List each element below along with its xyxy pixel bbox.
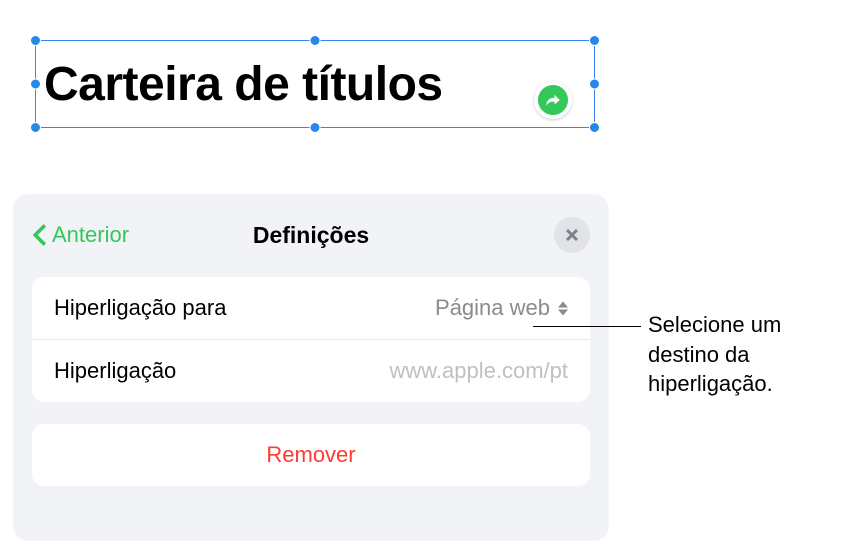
close-button[interactable] <box>554 217 590 253</box>
hyperlink-badge-icon[interactable] <box>534 81 572 119</box>
link-url-label: Hiperligação <box>54 358 176 384</box>
remove-button[interactable]: Remover <box>32 424 590 486</box>
link-to-label: Hiperligação para <box>54 295 226 321</box>
resize-handle-bottom-left[interactable] <box>30 122 41 133</box>
resize-handle-top-right[interactable] <box>589 35 600 46</box>
link-settings-popover: Anterior Definições Hiperligação para Pá… <box>14 195 608 540</box>
link-url-value: www.apple.com/pt <box>389 358 568 384</box>
chevron-up-down-icon <box>558 301 568 316</box>
resize-handle-top-middle[interactable] <box>310 35 321 46</box>
settings-group: Hiperligação para Página web Hiperligaçã… <box>32 277 590 402</box>
close-icon <box>564 227 580 243</box>
resize-handle-middle-left[interactable] <box>30 79 41 90</box>
resize-handle-bottom-middle[interactable] <box>310 122 321 133</box>
link-to-value: Página web <box>435 295 568 321</box>
selected-text-box[interactable]: Carteira de títulos <box>35 40 595 128</box>
callout-text: Selecione um destino da hiperligação. <box>648 310 844 399</box>
back-label: Anterior <box>52 222 129 248</box>
canvas-area: Carteira de títulos <box>0 0 614 185</box>
back-button[interactable]: Anterior <box>32 222 129 248</box>
textbox-content: Carteira de títulos <box>36 57 443 112</box>
resize-handle-middle-right[interactable] <box>589 79 600 90</box>
popover-title: Definições <box>253 222 369 249</box>
resize-handle-bottom-right[interactable] <box>589 122 600 133</box>
link-to-row[interactable]: Hiperligação para Página web <box>32 277 590 339</box>
resize-handle-top-left[interactable] <box>30 35 41 46</box>
link-url-row[interactable]: Hiperligação www.apple.com/pt <box>32 339 590 402</box>
callout-leader-line <box>533 326 641 327</box>
popover-header: Anterior Definições <box>32 213 590 257</box>
remove-label: Remover <box>266 442 355 467</box>
